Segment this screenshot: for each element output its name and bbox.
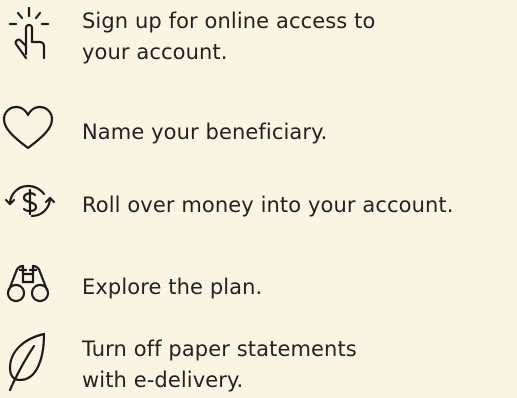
list-item-explore[interactable]: Explore the plan.	[0, 258, 517, 318]
leaf-icon	[4, 332, 48, 392]
item-label: Sign up for online access to your accoun…	[82, 6, 375, 68]
item-label: Roll over money into your account.	[82, 190, 454, 221]
list-item-e-delivery[interactable]: Turn off paper statements with e-deliver…	[0, 330, 517, 398]
list-item-rollover[interactable]: Roll over money into your account.	[0, 176, 517, 236]
item-label: Turn off paper statements with e-deliver…	[82, 334, 357, 396]
label-line: Name your beneficiary.	[82, 120, 328, 144]
heart-icon	[2, 105, 54, 150]
list-item-beneficiary[interactable]: Name your beneficiary.	[0, 100, 517, 160]
tap-hand-icon	[4, 6, 54, 68]
item-label: Name your beneficiary.	[82, 117, 327, 148]
label-line: with e-delivery.	[82, 368, 244, 392]
label-line: Turn off paper statements	[82, 337, 357, 361]
label-line: Explore the plan.	[82, 275, 263, 299]
list-item-online-access[interactable]: Sign up for online access to your accoun…	[0, 0, 517, 80]
item-label: Explore the plan.	[82, 272, 262, 303]
rollover-dollar-icon	[2, 180, 58, 220]
label-line: Roll over money into your account.	[82, 193, 454, 217]
binoculars-icon	[6, 262, 50, 304]
label-line: Sign up for online access to	[82, 9, 376, 33]
label-line: your account.	[82, 40, 228, 64]
